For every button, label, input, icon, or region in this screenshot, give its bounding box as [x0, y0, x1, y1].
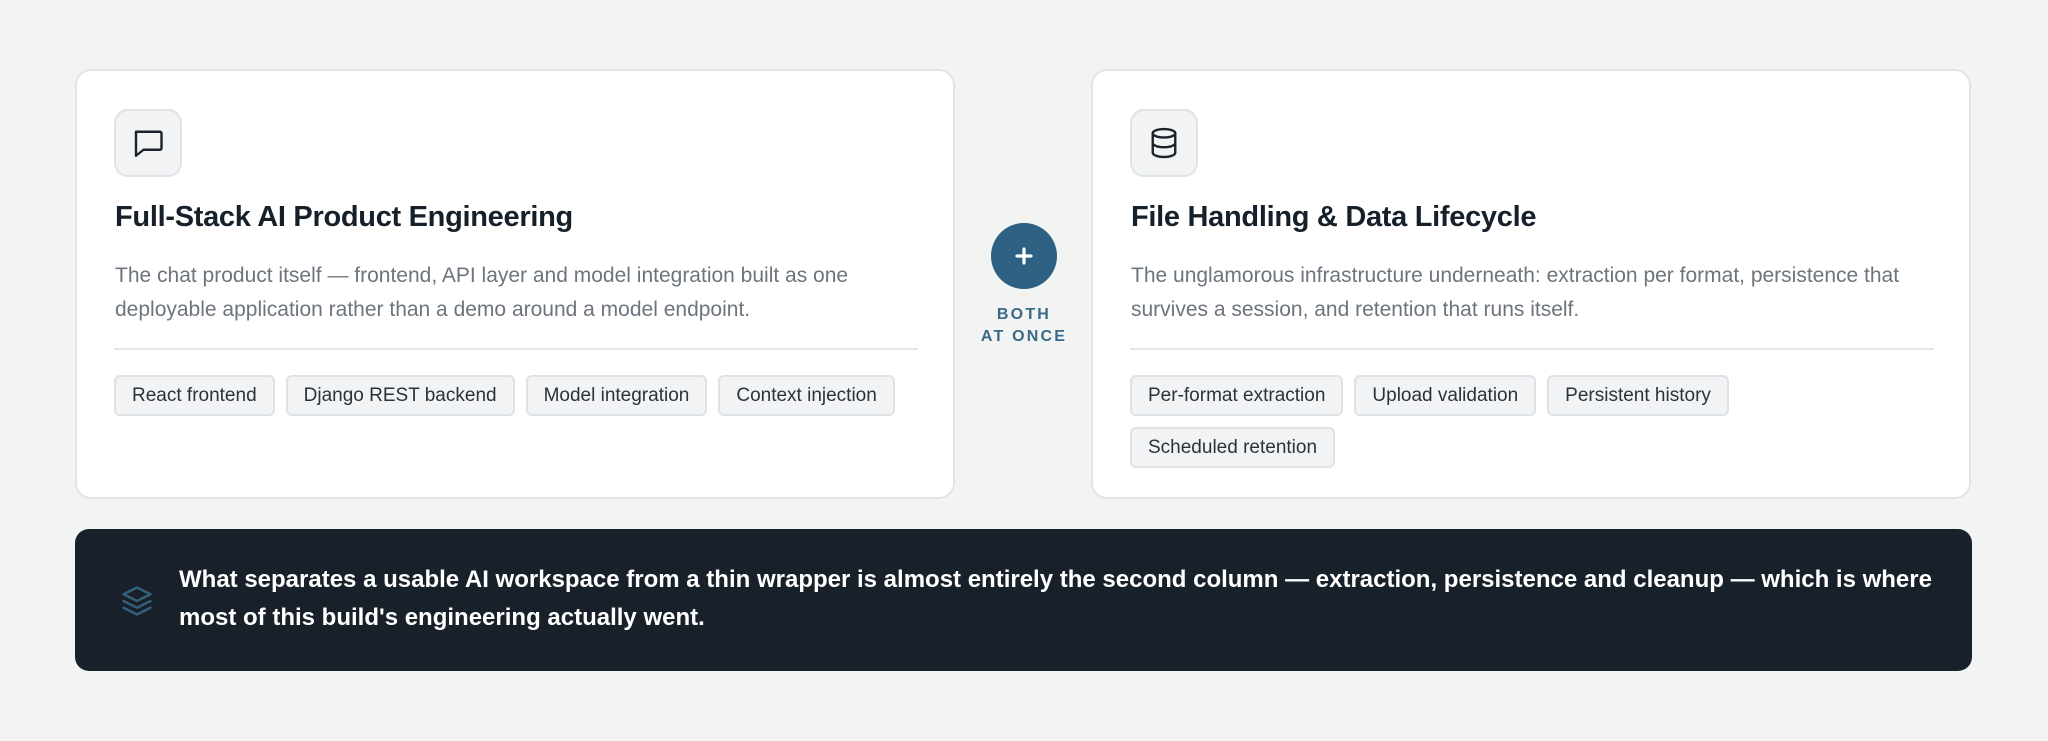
feature-card-full-stack: Full-Stack AI Product Engineering The ch… — [75, 69, 955, 499]
connector-label-line-2: AT ONCE — [980, 328, 1068, 345]
summary-banner: What separates a usable AI workspace fro… — [75, 529, 1972, 671]
tag-upload-validation: Upload validation — [1354, 375, 1537, 416]
card-title: Full-Stack AI Product Engineering — [115, 201, 573, 233]
card-description: The unglamorous infrastructure underneat… — [1131, 264, 1900, 321]
plus-badge — [991, 223, 1057, 289]
tag-scheduled-retention: Scheduled retention — [1130, 427, 1336, 468]
card-divider — [1130, 348, 1934, 350]
card-description: The chat product itself — frontend, API … — [115, 264, 849, 321]
tag-persistent-history: Persistent history — [1547, 375, 1729, 416]
tag-django-rest-backend: Django REST backend — [285, 375, 515, 416]
tag-model-integration: Model integration — [525, 375, 708, 416]
tag-list: React frontend Django REST backend Model… — [114, 375, 924, 416]
plus-icon — [1015, 247, 1033, 265]
chat-bubble-icon — [114, 109, 182, 177]
feature-card-file-handling: File Handling & Data Lifecycle The ungla… — [1091, 69, 1971, 499]
card-title: File Handling & Data Lifecycle — [1131, 201, 1537, 233]
tag-per-format-extraction: Per-format extraction — [1130, 375, 1344, 416]
connector-label-line-1: BOTH — [996, 306, 1052, 323]
database-icon — [1130, 109, 1198, 177]
tag-context-injection: Context injection — [718, 375, 895, 416]
layers-icon — [122, 586, 152, 616]
connector-label: BOTH AT ONCE — [964, 304, 1084, 348]
summary-text: What separates a usable AI workspace fro… — [179, 566, 1932, 631]
tag-react-frontend: React frontend — [114, 375, 275, 416]
card-divider — [114, 348, 918, 350]
tag-list: Per-format extraction Upload validation … — [1130, 375, 1940, 468]
